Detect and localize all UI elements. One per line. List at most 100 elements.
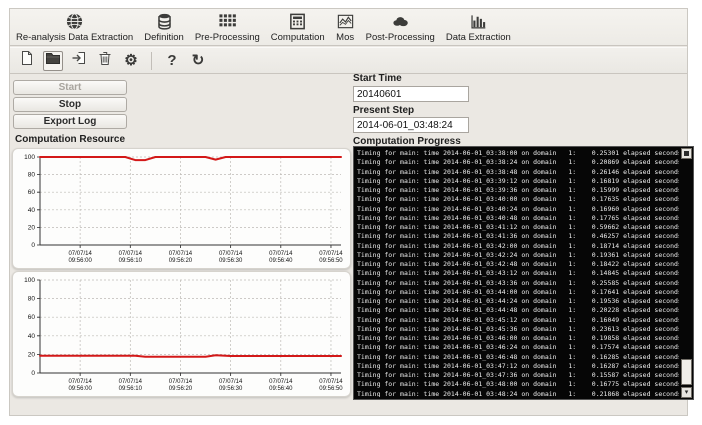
- svg-text:07/07/1409:56:30: 07/07/14 09:56:30: [219, 379, 243, 392]
- terminal-line: Timing for main: time 2014-06-01_03:42:4…: [357, 260, 679, 268]
- terminal-line: Timing for main: time 2014-06-01_03:44:0…: [357, 287, 679, 296]
- scroll-thumb[interactable]: [681, 359, 692, 385]
- new-file-icon: [19, 50, 35, 71]
- settings-button[interactable]: ⚙: [121, 51, 141, 71]
- delete-button[interactable]: [95, 51, 115, 71]
- svg-text:07/07/1409:56:10: 07/07/14 09:56:10: [119, 251, 143, 264]
- tab-definition[interactable]: Definition: [144, 12, 184, 43]
- refresh-icon: ↻: [191, 52, 205, 69]
- start-time-input[interactable]: [353, 86, 469, 102]
- svg-text:20: 20: [28, 351, 36, 358]
- scroll-up-button[interactable]: [681, 148, 692, 159]
- scroll-marker-icon: [684, 151, 689, 156]
- new-file-button[interactable]: [17, 51, 37, 71]
- terminal-line: Timing for main: time 2014-06-01_03:45:3…: [357, 324, 679, 333]
- tab-label: Pre-Processing: [194, 31, 260, 43]
- svg-text:40: 40: [28, 333, 36, 340]
- terminal-line: Timing for main: time 2014-06-01_03:46:0…: [357, 334, 679, 342]
- tab-label: Mos: [336, 31, 355, 43]
- action-toolbar: ⚙ ? ↻: [10, 47, 687, 74]
- database-icon: [155, 12, 174, 31]
- bar-chart-icon: [469, 12, 488, 31]
- svg-text:07/07/1409:56:00: 07/07/14 09:56:00: [68, 379, 92, 392]
- svg-text:07/07/1409:56:40: 07/07/14 09:56:40: [269, 251, 293, 264]
- terminal-line: Timing for main: time 2014-06-01_03:40:2…: [357, 204, 679, 213]
- terminal-line: Timing for main: time 2014-06-01_03:38:2…: [357, 158, 679, 167]
- svg-text:07/07/1409:56:50: 07/07/14 09:56:50: [319, 379, 343, 392]
- tab-post-processing[interactable]: Post-Processing: [366, 12, 435, 43]
- terminal-line: Timing for main: time 2014-06-01_03:46:2…: [357, 343, 679, 352]
- open-folder-button[interactable]: [43, 50, 63, 71]
- present-step-input[interactable]: [353, 117, 469, 133]
- svg-text:07/07/1409:56:30: 07/07/14 09:56:30: [219, 251, 243, 264]
- help-button[interactable]: ?: [162, 51, 182, 71]
- terminal-line: Timing for main: time 2014-06-01_03:43:3…: [357, 278, 679, 287]
- refresh-button[interactable]: ↻: [188, 51, 208, 71]
- calculator-icon: [288, 12, 307, 31]
- svg-text:100: 100: [24, 277, 35, 284]
- grid-icon: [218, 12, 237, 31]
- main-toolbar: Re-analysis Data Extraction Definition P…: [10, 9, 687, 46]
- terminal-line: Timing for main: time 2014-06-01_03:39:3…: [357, 186, 679, 194]
- terminal-line: Timing for main: time 2014-06-01_03:44:4…: [357, 306, 679, 315]
- terminal-line: Timing for main: time 2014-06-01_03:38:0…: [357, 149, 679, 157]
- app-window: Re-analysis Data Extraction Definition P…: [9, 8, 694, 416]
- resource-chart-bottom: 0 20 40 60 80 100 07/07/14 09:56:00 07/07/14 09:5…: [12, 271, 351, 397]
- export-log-button[interactable]: Export Log: [13, 114, 127, 129]
- terminal-line: Timing for main: time 2014-06-01_03:40:0…: [357, 195, 679, 204]
- terminal-line: Timing for main: time 2014-06-01_03:41:3…: [357, 232, 679, 241]
- terminal-scrollbar[interactable]: ▾: [681, 148, 692, 398]
- toolbar-separator: [151, 51, 152, 70]
- terminal-line: Timing for main: time 2014-06-01_03:42:2…: [357, 250, 679, 259]
- terminal-line: Timing for main: time 2014-06-01_03:47:1…: [357, 361, 679, 370]
- resource-chart-top: 0 20 40 60 80 100 07/07/14 09:56:00 07/07/14 09:5…: [12, 148, 351, 269]
- svg-text:20: 20: [28, 224, 36, 231]
- line-chart-icon: [336, 12, 355, 31]
- tab-label: Post-Processing: [365, 31, 435, 43]
- trash-icon: [97, 50, 113, 71]
- import-button[interactable]: [69, 51, 89, 71]
- svg-text:100: 100: [24, 154, 35, 161]
- tab-label: Data Extraction: [445, 31, 511, 43]
- svg-text:07/07/1409:56:40: 07/07/14 09:56:40: [269, 379, 293, 392]
- terminal-line: Timing for main: time 2014-06-01_03:47:3…: [357, 371, 679, 379]
- terminal-line: Timing for main: time 2014-06-01_03:41:1…: [357, 223, 679, 231]
- terminal-lines: Timing for main: time 2014-06-01_03:38:0…: [357, 149, 679, 397]
- resource-chart-bottom-svg: 0 20 40 60 80 100 07/07/14 09:56:00 07/07/14 09:5…: [24, 277, 343, 392]
- tab-mos[interactable]: Mos: [336, 12, 355, 43]
- tab-label: Re-analysis Data Extraction: [16, 31, 134, 43]
- svg-text:0: 0: [31, 370, 35, 377]
- tab-computation[interactable]: Computation: [271, 12, 325, 43]
- terminal-line: Timing for main: time 2014-06-01_03:40:4…: [357, 213, 679, 222]
- terminal-line: Timing for main: time 2014-06-01_03:43:1…: [357, 269, 679, 278]
- svg-text:07/07/1409:56:00: 07/07/14 09:56:00: [68, 251, 92, 264]
- svg-text:60: 60: [28, 189, 36, 196]
- terminal-line: Timing for main: time 2014-06-01_03:48:0…: [357, 380, 679, 389]
- import-icon: [71, 50, 87, 71]
- svg-text:0: 0: [31, 242, 35, 249]
- help-icon: ?: [167, 52, 177, 69]
- resource-chart-top-svg: 0 20 40 60 80 100 07/07/14 09:56:00 07/07/14 09:5…: [24, 154, 343, 264]
- terminal-line: Timing for main: time 2014-06-01_03:38:4…: [357, 167, 679, 176]
- tab-reanalysis-data-extraction[interactable]: Re-analysis Data Extraction: [16, 12, 133, 43]
- globe-icon: [65, 12, 84, 31]
- svg-text:60: 60: [28, 314, 36, 321]
- terminal-line: Timing for main: time 2014-06-01_03:45:1…: [357, 315, 679, 324]
- terminal-line: Timing for main: time 2014-06-01_03:42:0…: [357, 241, 679, 250]
- terminal-log[interactable]: Timing for main: time 2014-06-01_03:38:0…: [353, 146, 694, 400]
- gear-icon: ⚙: [124, 52, 138, 69]
- scroll-down-button[interactable]: ▾: [681, 387, 692, 398]
- tab-data-extraction[interactable]: Data Extraction: [446, 12, 511, 43]
- terminal-line: Timing for main: time 2014-06-01_03:46:4…: [357, 352, 679, 361]
- stop-button[interactable]: Stop: [13, 97, 127, 112]
- computation-resource-label: Computation Resource: [15, 134, 126, 145]
- svg-text:07/07/1409:56:10: 07/07/14 09:56:10: [119, 379, 143, 392]
- tab-label: Definition: [144, 31, 184, 43]
- terminal-line: Timing for main: time 2014-06-01_03:44:2…: [357, 297, 679, 305]
- terminal-line: Timing for main: time 2014-06-01_03:48:2…: [357, 389, 679, 398]
- tab-pre-processing[interactable]: Pre-Processing: [195, 12, 260, 43]
- start-button[interactable]: Start: [13, 80, 127, 95]
- svg-text:07/07/1409:56:20: 07/07/14 09:56:20: [169, 379, 193, 392]
- svg-text:80: 80: [28, 296, 36, 303]
- tab-label: Computation: [270, 31, 325, 43]
